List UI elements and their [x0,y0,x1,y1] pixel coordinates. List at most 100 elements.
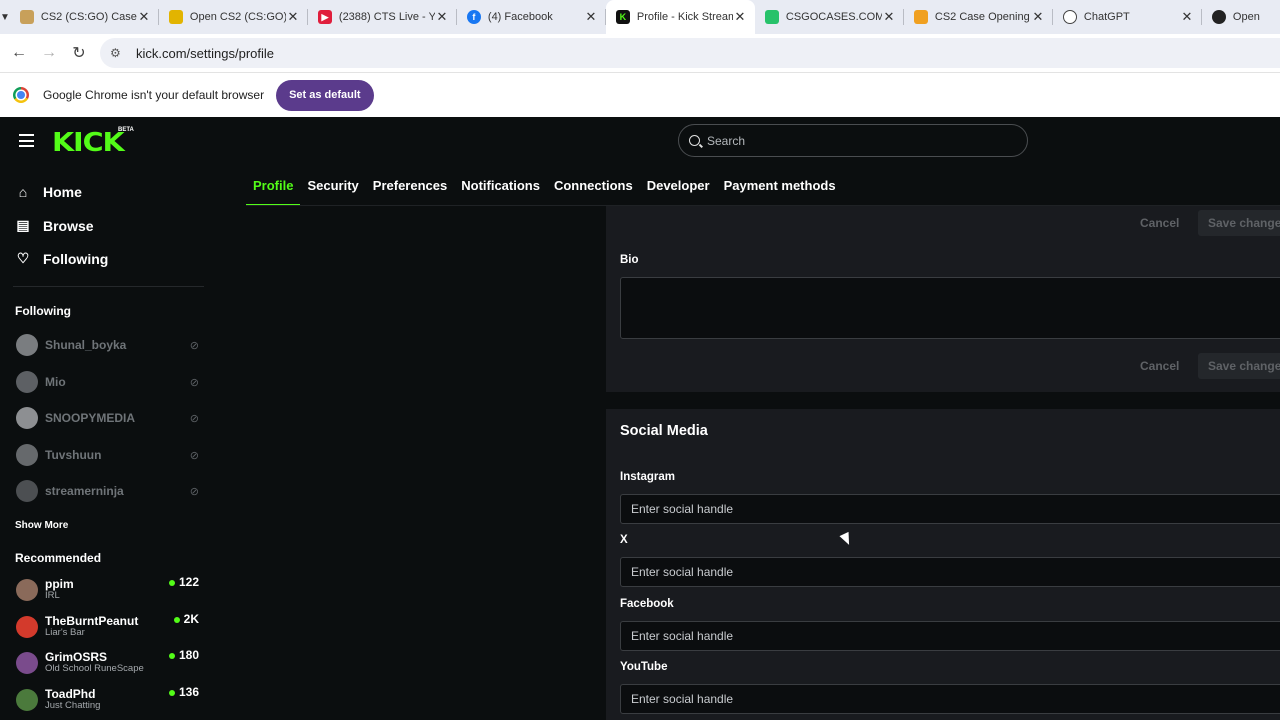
offline-icon: ⊘ [189,376,199,389]
browser-tab[interactable]: Open CS2 (CS:GO) C ✕ [159,0,308,34]
cancel-button[interactable]: Cancel [1140,359,1179,373]
browser-tab[interactable]: f (4) Facebook ✕ [457,0,606,34]
tab-payment-methods[interactable]: Payment methods [717,171,843,206]
close-tab-icon[interactable]: ✕ [1180,9,1194,25]
tab-security[interactable]: Security [300,171,365,206]
menu-hamburger-icon[interactable] [19,134,34,147]
tab-title: Profile - Kick Stream [636,11,733,23]
back-arrow-icon[interactable]: ← [4,44,34,62]
offline-icon: ⊘ [189,485,199,498]
show-more-button[interactable]: Show More [15,520,68,531]
tab-title: Open [1232,11,1260,23]
social-media-title: Social Media [620,423,708,439]
channel-name: GrimOSRS [45,649,108,664]
browser-tab[interactable]: CS2 (CS:GO) Case Op ✕ [10,0,159,34]
facebook-input[interactable]: Enter social handle [620,621,1280,651]
search-icon [689,135,700,146]
kick-logo[interactable]: KICK [52,128,125,158]
facebook-favicon-icon: f [466,10,481,24]
youtube-input[interactable]: Enter social handle [620,684,1280,714]
site-info-icon[interactable]: ⚙ [110,46,126,60]
browser-tab-active[interactable]: K Profile - Kick Stream ✕ [605,0,755,34]
sidebar-item-following[interactable]: ♡ Following [15,250,109,267]
sidebar-item-label: Browse [43,217,94,234]
channel-category: Liar's Bar [45,627,85,639]
offline-icon: ⊘ [189,449,199,462]
kick-header: KICK BETA Search [0,117,1280,165]
youtube-label: YouTube [620,661,668,673]
close-tab-icon[interactable]: ✕ [584,9,598,25]
address-bar[interactable]: ⚙ kick.com/settings/profile [100,38,1280,68]
live-dot-icon [168,579,175,586]
tab-title: Open CS2 (CS:GO) C [189,11,286,23]
set-as-default-button[interactable]: Set as default [276,79,374,111]
close-tab-icon[interactable]: ✕ [435,9,449,25]
recommended-channel[interactable]: TheBurntPeanut Liar's Bar 2K [16,611,199,643]
sidebar-item-home[interactable]: ⌂ Home [15,184,82,200]
viewer-count: 136 [168,685,199,699]
tab-connections[interactable]: Connections [547,171,640,206]
following-channel[interactable]: Tuvshuun ⊘ [16,443,199,467]
youtube-favicon-icon: ▶ [317,10,332,24]
tab-profile[interactable]: Profile [246,171,301,206]
recommended-channel[interactable]: ToadPhd Just Chatting 136 [16,684,199,716]
save-changes-button[interactable]: Save changes [1198,210,1280,236]
x-input[interactable]: Enter social handle [620,557,1280,587]
live-dot-icon [168,652,175,659]
avatar [16,407,38,429]
chrome-logo-icon [13,87,29,103]
cancel-button[interactable]: Cancel [1140,216,1179,230]
following-channel[interactable]: streamerninja ⊘ [16,479,199,503]
recommended-heading: Recommended [15,551,102,565]
browse-icon: ▤ [16,217,30,233]
sidebar-item-label: Following [43,250,109,267]
browser-tab[interactable]: CSGOCASES.COM | C ✕ [755,0,904,34]
browser-tab[interactable]: Open [1202,0,1280,34]
tab-preferences[interactable]: Preferences [366,171,454,206]
browser-tab[interactable]: ▶ (2388) CTS Live - Yo ✕ [308,0,457,34]
close-tab-icon[interactable]: ✕ [1031,9,1045,25]
tab-notifications[interactable]: Notifications [454,171,547,206]
tab-title: (4) Facebook [487,11,553,23]
save-changes-button[interactable]: Save changes [1198,353,1280,379]
live-dot-icon [168,689,175,696]
viewer-count: 180 [168,648,199,662]
settings-tab-bar: Profile Security Preferences Notificatio… [246,171,843,206]
instagram-input[interactable]: Enter social handle [620,494,1280,524]
infobar-message: Google Chrome isn't your default browser [43,88,265,102]
recommended-channel[interactable]: ppim IRL 122 [16,574,199,606]
channel-name: streamerninja [45,484,124,498]
heart-icon: ♡ [16,250,30,266]
facebook-label: Facebook [620,598,674,610]
search-input[interactable]: Search [678,124,1028,157]
channel-name: Mio [45,375,66,389]
browser-tab[interactable]: ChatGPT ✕ [1053,0,1202,34]
bio-textarea[interactable] [620,277,1280,339]
live-dot-icon [173,616,180,623]
tab-developer[interactable]: Developer [640,171,717,206]
default-browser-infobar: Google Chrome isn't your default browser… [0,72,1280,117]
viewer-count: 122 [168,575,199,589]
recommended-channel[interactable]: GrimOSRS Old School RuneScape 180 [16,647,199,679]
chatgpt-favicon-icon [1062,10,1077,24]
following-channel[interactable]: SNOOPYMEDIA ⊘ [16,406,199,430]
browser-tab[interactable]: CS2 Case Opening S ✕ [904,0,1053,34]
tab-search-chevron-icon[interactable]: ▼ [0,0,10,34]
case-opening-favicon-icon [913,10,928,24]
following-channel[interactable]: Mio ⊘ [16,370,199,394]
following-channel[interactable]: Shunal_boyka ⊘ [16,333,199,357]
reload-icon[interactable]: ↻ [64,43,94,63]
beta-badge: BETA [118,127,134,133]
offline-icon: ⊘ [189,412,199,425]
csgocases-favicon-icon [764,10,779,24]
following-heading: Following [15,304,71,318]
close-tab-icon[interactable]: ✕ [733,9,747,25]
close-tab-icon[interactable]: ✕ [286,9,300,25]
sidebar-item-browse[interactable]: ▤ Browse [15,217,94,234]
forward-arrow-icon[interactable]: → [34,44,64,62]
close-tab-icon[interactable]: ✕ [137,9,151,25]
avatar [16,616,38,638]
close-tab-icon[interactable]: ✕ [882,9,896,25]
avatar [16,371,38,393]
channel-category: Old School RuneScape [45,663,144,675]
